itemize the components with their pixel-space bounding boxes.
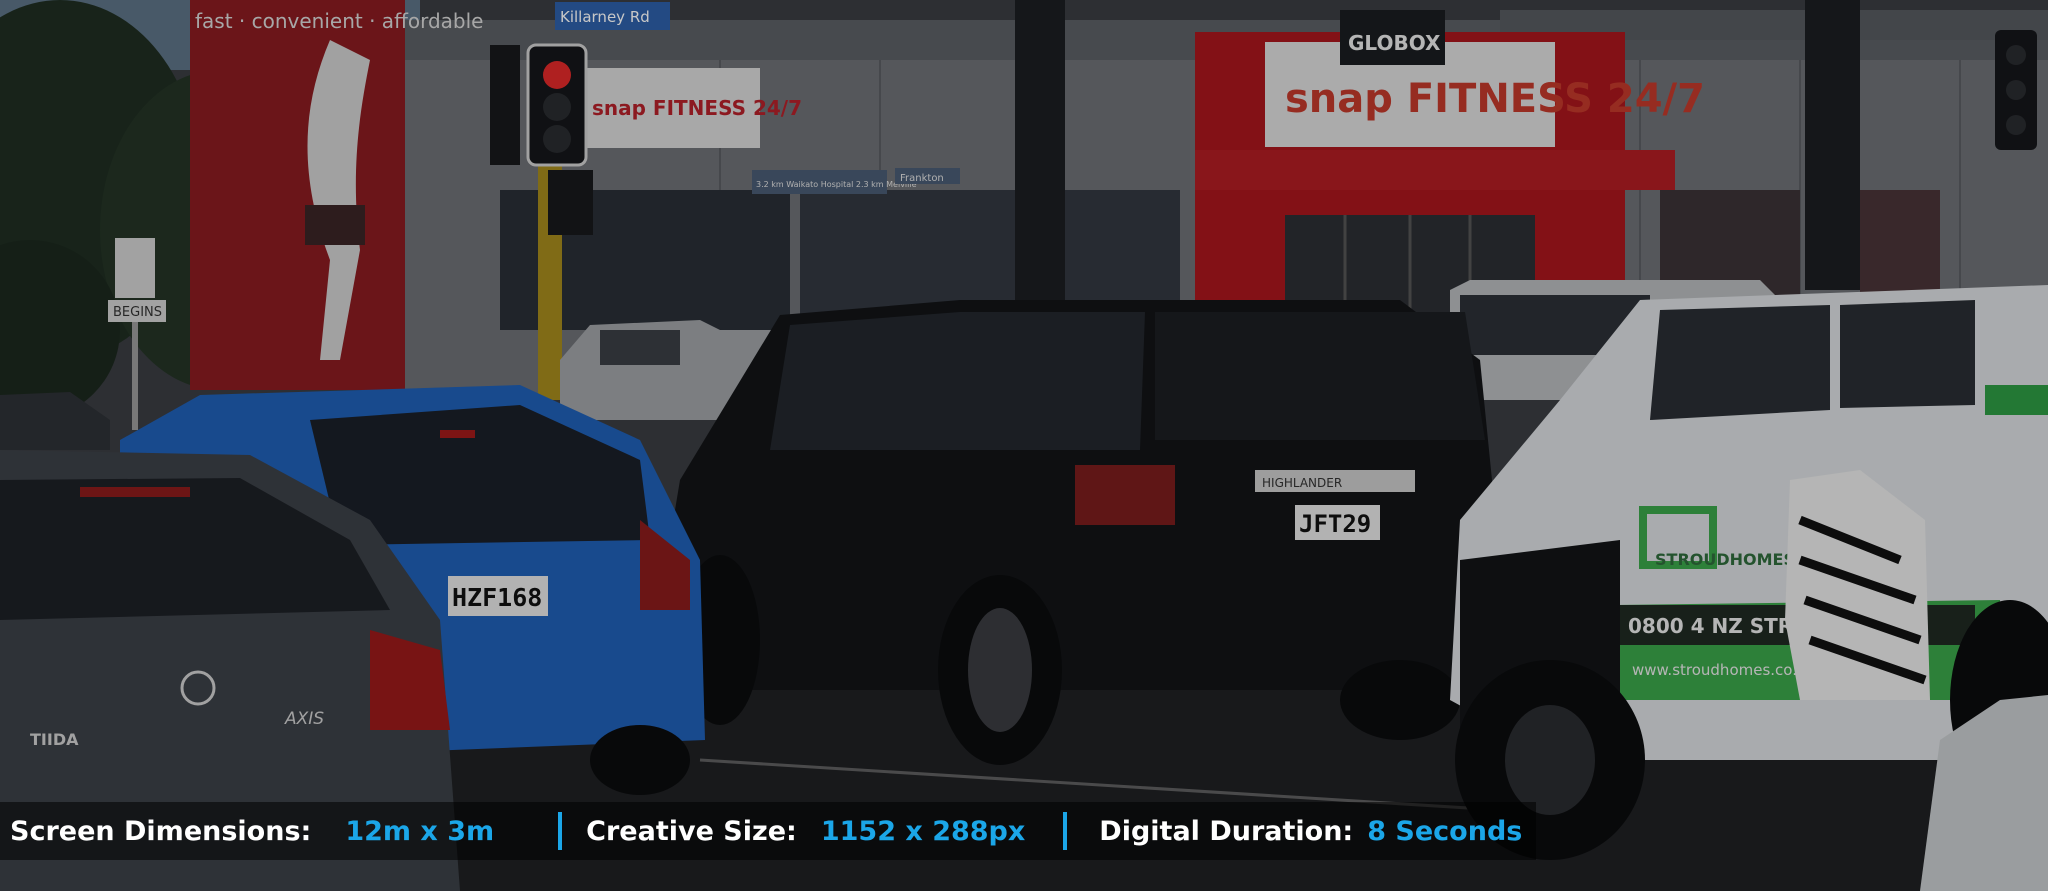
spec-divider [558,812,563,850]
street-scene: fast · convenient · affordable snap FITN… [0,0,2048,891]
creative-size-label: Creative Size: [586,815,797,847]
digital-duration-label: Digital Duration: [1099,815,1354,847]
spec-bar: Screen Dimensions: 12m x 3m Creative Siz… [0,802,1536,860]
spec-divider [1063,812,1068,850]
screen-dimensions-value: 12m x 3m [345,815,495,847]
creative-size-value: 1152 x 288px [820,815,1026,847]
digital-duration-value: 8 Seconds [1367,815,1523,847]
screen-dimensions-label: Screen Dimensions: [10,815,312,847]
